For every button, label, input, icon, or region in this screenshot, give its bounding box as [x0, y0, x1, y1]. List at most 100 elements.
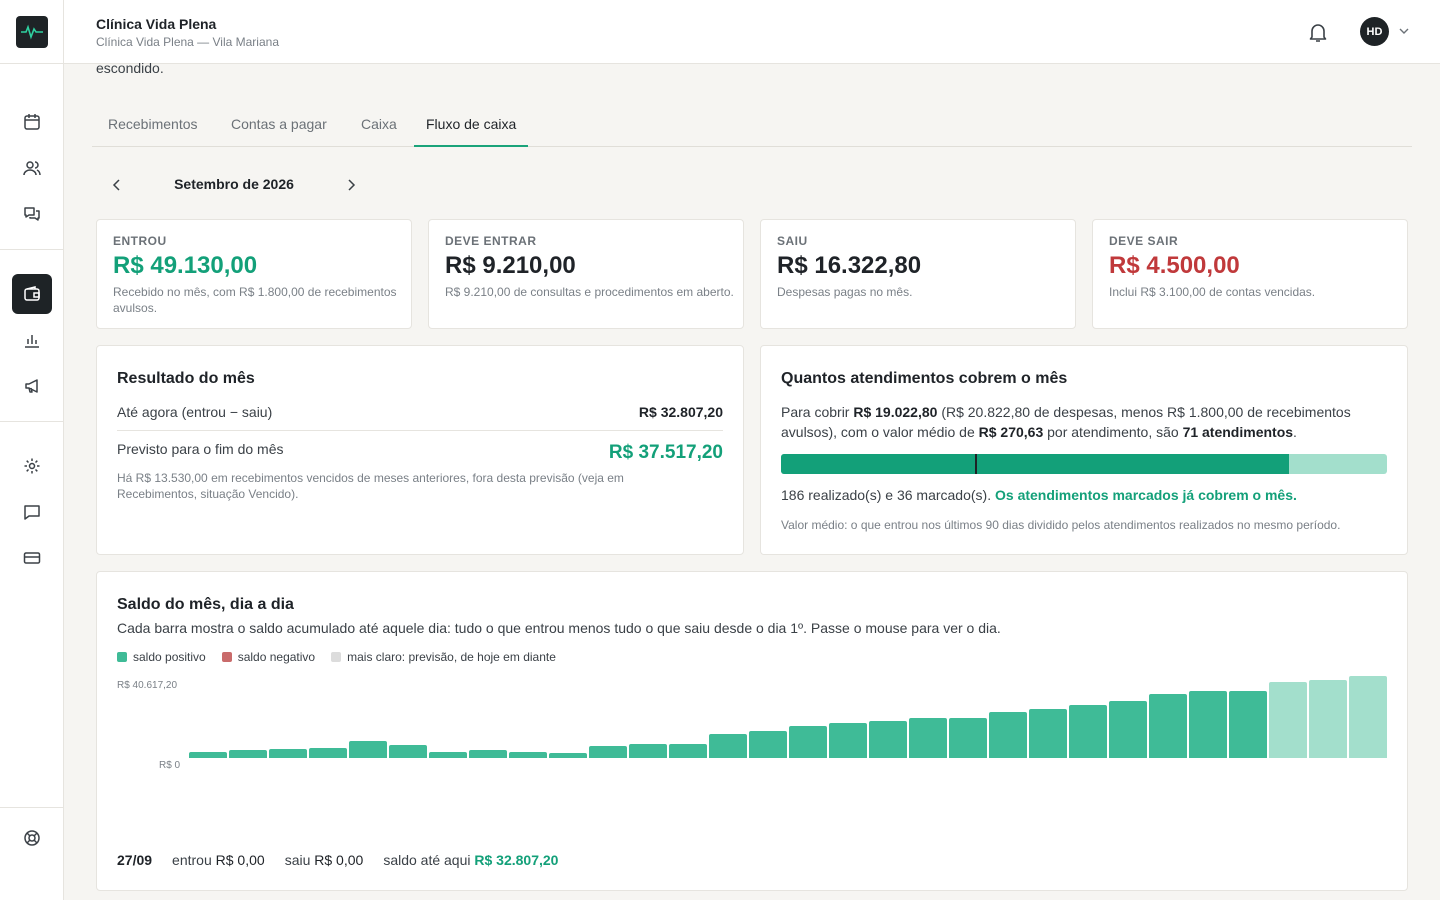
credit-card-icon — [23, 552, 41, 564]
chevron-left-icon[interactable] — [108, 176, 126, 194]
y-axis-zero-label: R$ 0 — [159, 760, 181, 771]
kpi-note: Despesas pagas no mês. — [777, 285, 913, 299]
result-footnote: Há R$ 13.530,00 em recebimentos vencidos… — [117, 471, 624, 501]
sidebar-item-configuracoes[interactable] — [12, 446, 52, 486]
kpi-card-saiu: SAIU R$ 16.322,80 Despesas pagas no mês. — [760, 219, 1076, 329]
bar-day-5[interactable] — [349, 740, 387, 758]
card-title: Quantos atendimentos cobrem o mês — [781, 370, 1068, 387]
finance-tabs: Recebimentos Contas a pagar Caixa Fluxo … — [92, 106, 1412, 147]
bar-day-16[interactable] — [789, 726, 827, 758]
legend-swatch — [331, 652, 342, 662]
kpi-value: R$ 9.210,00 — [445, 252, 576, 279]
bar-day-4[interactable] — [309, 747, 347, 758]
bar-day-10[interactable] — [549, 752, 587, 758]
tab-recebimentos[interactable]: Recebimentos — [96, 106, 210, 147]
bar-day-12[interactable] — [629, 743, 667, 758]
result-so-far-value: R$ 32.807,20 — [638, 404, 723, 420]
sidebar-item-relatorios[interactable] — [12, 320, 52, 360]
bar-day-14[interactable] — [709, 734, 747, 758]
bar-day-6[interactable] — [389, 744, 427, 758]
bar-day-15[interactable] — [749, 731, 787, 758]
gear-icon — [24, 458, 40, 474]
kpi-label: DEVE ENTRAR — [445, 234, 537, 248]
kpi-value: R$ 4.500,00 — [1109, 252, 1240, 279]
bar-day-9[interactable] — [509, 751, 547, 758]
result-forecast-label: Previsto para o fim do mês — [117, 441, 284, 457]
kpi-label: DEVE SAIR — [1109, 234, 1179, 248]
sidebar-divider — [0, 421, 64, 422]
sidebar-item-ajuda[interactable] — [12, 818, 52, 858]
bar-day-28[interactable] — [1269, 682, 1307, 758]
chat-icon — [24, 207, 40, 221]
tab-fluxo-de-caixa[interactable]: Fluxo de caixa — [414, 106, 529, 147]
legend-item: mais claro: previsão, de hoje em diante — [331, 650, 556, 664]
legend-item: saldo positivo — [117, 650, 206, 664]
divider — [117, 430, 723, 431]
bar-day-25[interactable] — [1149, 694, 1187, 758]
day-in: entrou R$ 0,00 — [172, 852, 265, 868]
bar-day-7[interactable] — [429, 751, 467, 758]
sidebar-item-mensagens[interactable] — [12, 492, 52, 532]
chevron-right-icon[interactable] — [342, 176, 360, 194]
result-forecast-value: R$ 37.517,20 — [608, 442, 723, 463]
bar-day-20[interactable] — [949, 718, 987, 758]
bar-day-22[interactable] — [1029, 708, 1067, 758]
bar-day-19[interactable] — [909, 718, 947, 758]
sidebar-item-marketing[interactable] — [12, 366, 52, 406]
bell-icon[interactable] — [1306, 20, 1330, 44]
day-label: 27/09 — [117, 852, 153, 868]
bar-day-13[interactable] — [669, 743, 707, 758]
top-header: Clínica Vida Plena Clínica Vida Plena — … — [64, 0, 1440, 64]
y-axis-max-label: R$ 40.617,20 — [117, 680, 178, 691]
coverage-target-marker — [974, 454, 977, 474]
legend-swatch — [221, 652, 232, 662]
pulse-icon — [21, 24, 43, 40]
kpi-card-deve-sair: DEVE SAIR R$ 4.500,00 Inclui R$ 3.100,00… — [1092, 219, 1408, 329]
coverage-progress-fill — [781, 454, 1289, 474]
saldo-chart-card: Saldo do mês, dia a dia Cada barra mostr… — [96, 571, 1408, 891]
app-logo[interactable] — [16, 16, 48, 48]
bar-day-27[interactable] — [1229, 691, 1267, 758]
sidebar-item-agenda[interactable] — [12, 102, 52, 142]
bar-day-30[interactable] — [1349, 676, 1387, 758]
kpi-card-entrou: ENTROU R$ 49.130,00 Recebido no mês, com… — [96, 219, 412, 329]
day-out: saiu R$ 0,00 — [284, 852, 364, 868]
sidebar-item-pagamentos[interactable] — [12, 538, 52, 578]
kpi-value: R$ 49.130,00 — [113, 252, 258, 279]
kpi-label: SAIU — [777, 234, 808, 248]
legend-item: saldo negativo — [221, 650, 315, 664]
bar-day-26[interactable] — [1189, 691, 1227, 758]
bar-day-17[interactable] — [829, 723, 867, 758]
sidebar-item-conversas[interactable] — [12, 194, 52, 234]
kpi-note: Inclui R$ 3.100,00 de contas vencidas. — [1109, 285, 1316, 299]
megaphone-icon — [25, 379, 38, 393]
avatar[interactable]: HD — [1360, 17, 1389, 46]
bar-day-3[interactable] — [269, 748, 307, 758]
day-balance: saldo até aqui R$ 32.807,20 — [383, 852, 559, 868]
calendar-icon — [24, 114, 40, 130]
kpi-card-deve-entrar: DEVE ENTRAR R$ 9.210,00 R$ 9.210,00 de c… — [428, 219, 744, 329]
users-icon — [23, 161, 41, 176]
bar-day-8[interactable] — [469, 749, 507, 758]
chart-subtitle: Cada barra mostra o saldo acumulado até … — [117, 620, 1001, 636]
sidebar-item-pacientes[interactable] — [12, 148, 52, 188]
chevron-down-icon[interactable] — [1397, 24, 1411, 38]
bar-day-24[interactable] — [1109, 700, 1147, 758]
bar-day-1[interactable] — [189, 751, 227, 758]
legend-swatch — [117, 652, 127, 662]
bar-day-21[interactable] — [989, 711, 1027, 758]
sidebar-item-financeiro[interactable] — [12, 274, 52, 314]
sidebar-divider — [0, 63, 64, 64]
sidebar — [0, 0, 64, 900]
bar-day-2[interactable] — [229, 749, 267, 758]
coverage-status: 186 realizado(s) e 36 marcado(s). Os ate… — [781, 487, 1297, 503]
tab-contas-a-pagar[interactable]: Contas a pagar — [219, 106, 339, 147]
clinic-location: Clínica Vida Plena — Vila Mariana — [96, 35, 279, 49]
sidebar-divider — [0, 249, 64, 250]
bar-day-18[interactable] — [869, 721, 907, 758]
tab-caixa[interactable]: Caixa — [349, 106, 409, 147]
bar-day-29[interactable] — [1309, 680, 1347, 758]
day-detail: 27/09 entrou R$ 0,00 saiu R$ 0,00 saldo … — [117, 852, 558, 868]
bar-day-11[interactable] — [589, 745, 627, 758]
bar-day-23[interactable] — [1069, 704, 1107, 758]
